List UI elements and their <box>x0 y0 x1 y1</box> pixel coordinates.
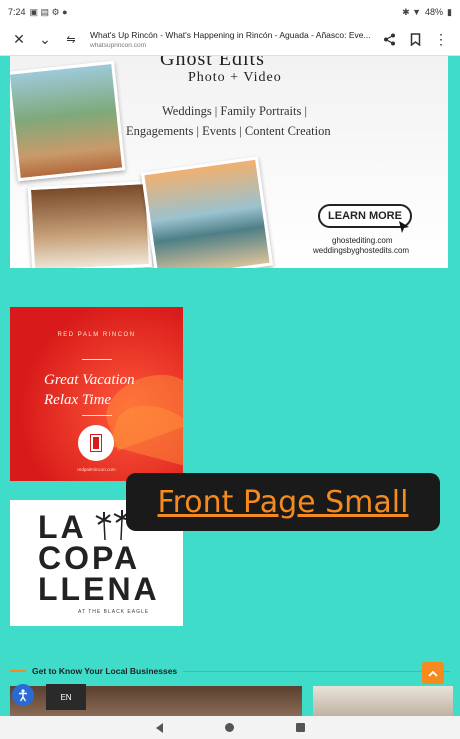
scroll-to-top-button[interactable] <box>422 662 444 684</box>
heading-rule <box>183 670 450 672</box>
section-title: Get to Know Your Local Businesses <box>32 666 178 676</box>
ad-subtitle: Photo + Video <box>188 70 282 85</box>
cursor-icon <box>399 221 409 233</box>
front-page-small-link[interactable]: Front Page Small <box>158 485 409 520</box>
copa-line-3: LLENA <box>38 571 160 607</box>
address-bar[interactable]: What's Up Rincón - What's Happening in R… <box>84 30 376 49</box>
recents-icon[interactable] <box>295 723 305 732</box>
status-time: 7:24 <box>8 7 26 17</box>
red-palm-ad[interactable]: RED PALM RINCON Great Vacation Relax Tim… <box>10 307 183 481</box>
status-bar: 7:24 ▣ ▤ ⚙ ● ✱ ▼ 48% ▮ <box>0 0 460 24</box>
back-icon[interactable] <box>155 722 163 733</box>
battery-percent: 48% <box>425 7 444 17</box>
section-heading: Get to Know Your Local Businesses <box>10 664 450 678</box>
signal-icons: ✱ ▼ <box>402 6 422 17</box>
close-icon[interactable]: ✕ <box>6 27 32 53</box>
battery-icon: ▮ <box>447 6 452 17</box>
site-settings-icon[interactable]: ⇋ <box>58 27 84 53</box>
heading-dash <box>10 670 26 672</box>
red-ad-tagline-2: Relax Time <box>44 392 112 408</box>
system-nav-bar <box>0 716 460 739</box>
ad-brand: Ghost Edits <box>160 56 265 70</box>
business-card[interactable] <box>313 686 453 716</box>
copa-line-2: COPA <box>38 540 141 576</box>
red-ad-tagline-1: Great Vacation <box>44 372 135 388</box>
chevron-up-icon <box>428 670 438 677</box>
red-ad-url: redpalmrincon.com <box>77 467 116 472</box>
red-ad-title: RED PALM RINCON <box>57 332 136 338</box>
ghost-edits-ad[interactable]: Ghost Edits Photo + Video Weddings | Fam… <box>10 56 448 268</box>
ad-website-2: weddingsbyghostedits.com <box>313 246 410 255</box>
status-left: 7:24 ▣ ▤ ⚙ ● <box>8 7 68 18</box>
ad-services-2: Engagements | Events | Content Creation <box>126 124 331 138</box>
divider <box>82 359 112 360</box>
page-title: What's Up Rincón - What's Happening in R… <box>90 30 371 40</box>
accessibility-button[interactable] <box>12 684 34 706</box>
notification-icons: ▣ ▤ ⚙ ● <box>29 6 68 17</box>
divider <box>82 415 112 416</box>
page-domain: whatsuprincon.com <box>90 42 146 49</box>
language-selector[interactable]: EN <box>46 684 86 710</box>
chevron-down-icon[interactable]: ⌄ <box>32 27 58 53</box>
accessibility-icon <box>19 689 27 702</box>
couple-photo <box>27 180 153 268</box>
browser-toolbar: ✕ ⌄ ⇋ What's Up Rincón - What's Happenin… <box>0 24 460 56</box>
more-options-icon[interactable]: ⋮ <box>428 27 454 53</box>
link-tooltip: Front Page Small <box>126 473 440 531</box>
share-icon[interactable] <box>376 27 402 53</box>
family-beach-photo <box>140 156 274 268</box>
bookmark-icon[interactable] <box>402 27 428 53</box>
ad-services-1: Weddings | Family Portraits | <box>162 104 307 118</box>
beach-wedding-photo <box>10 60 126 182</box>
status-right: ✱ ▼ 48% ▮ <box>402 7 452 18</box>
ad-website-1: ghostediting.com <box>332 236 393 245</box>
home-icon[interactable] <box>224 723 234 732</box>
copa-subtitle: AT THE BLACK EAGLE <box>78 609 150 615</box>
red-palm-logo <box>78 425 114 461</box>
